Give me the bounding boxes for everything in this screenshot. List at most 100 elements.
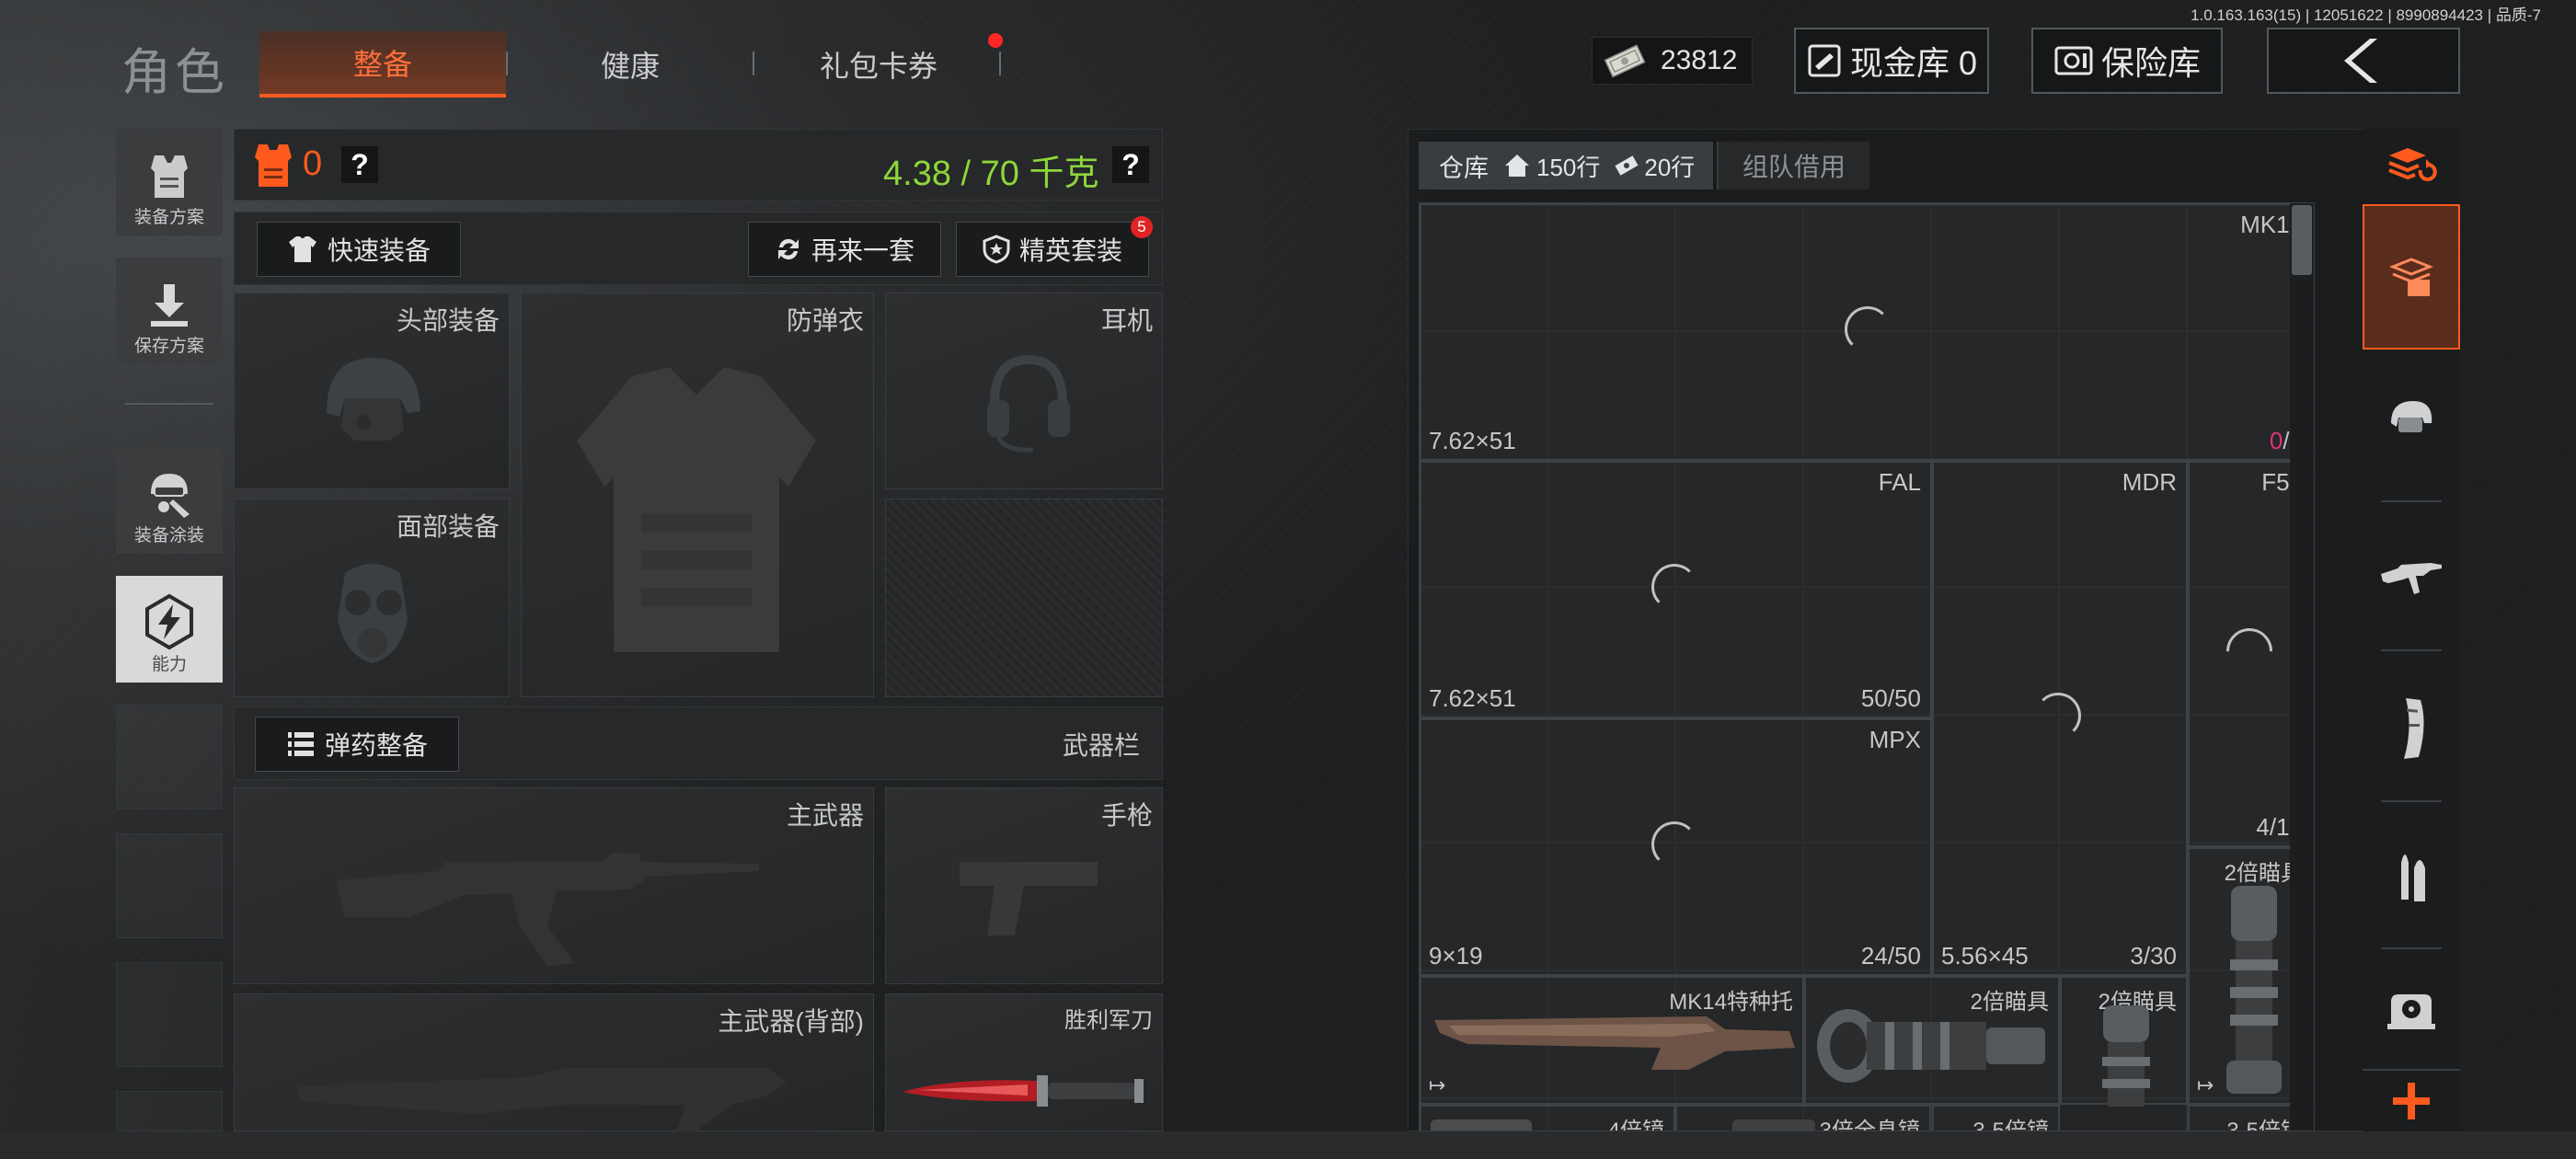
back-primary-weapon-slot[interactable]: 主武器(背部) bbox=[234, 993, 874, 1132]
item-name: FAL bbox=[1878, 468, 1921, 496]
elite-set-button[interactable]: 精英套装 bbox=[956, 222, 1149, 277]
item-3x-holo-scope[interactable]: 3倍全息镜 bbox=[1675, 1105, 1931, 1130]
filter-magazine-button[interactable] bbox=[2363, 655, 2460, 802]
gas-mask-icon bbox=[338, 564, 408, 663]
storage-scrollbar-track[interactable] bbox=[2290, 203, 2314, 1130]
tab-separator bbox=[753, 52, 754, 75]
rail-separator bbox=[2381, 947, 2442, 949]
equip-again-button[interactable]: 再来一套 bbox=[748, 222, 941, 277]
head-gear-label: 头部装备 bbox=[396, 306, 500, 335]
empty-slot bbox=[116, 962, 223, 1067]
storage-scrollbar-thumb[interactable] bbox=[2292, 205, 2312, 275]
rail-separator bbox=[2381, 500, 2442, 502]
menu-divider bbox=[125, 403, 213, 405]
quick-equip-button[interactable]: 快速装备 bbox=[257, 222, 461, 277]
item-fal[interactable]: FAL 7.62×51 50/50 bbox=[1420, 461, 1932, 718]
empty-slot bbox=[116, 1091, 223, 1131]
item-mk14[interactable]: MK14 7.62×51 0/0 bbox=[1420, 203, 2314, 461]
filter-all-button[interactable] bbox=[2363, 129, 2460, 202]
face-gear-slot[interactable]: 面部装备 bbox=[234, 499, 510, 697]
loadout-plan-button[interactable]: 装备方案 bbox=[116, 129, 223, 235]
loading-spinner-icon bbox=[1651, 821, 1697, 867]
rifle-silhouette-icon bbox=[336, 853, 759, 967]
body-armor-slot[interactable]: 防弹衣 bbox=[521, 293, 874, 697]
armor-vest-icon bbox=[255, 144, 292, 187]
add-filter-button[interactable] bbox=[2363, 1069, 2460, 1131]
item-4x-scope[interactable]: 4倍镜 bbox=[1420, 1105, 1675, 1131]
item-mpx[interactable]: MPX 9×19 24/50 bbox=[1420, 718, 1932, 976]
bottom-bar bbox=[0, 1131, 2576, 1159]
knife-icon bbox=[903, 1075, 1144, 1107]
safe-icon bbox=[2054, 46, 2093, 75]
vault-card-icon bbox=[1808, 44, 1841, 77]
loadout-summary-bar: 0 ? 4.38 / 70 千克 ? bbox=[234, 129, 1163, 201]
layers-refresh-icon bbox=[2388, 148, 2437, 181]
rail-separator bbox=[2381, 649, 2442, 651]
item-name: 3-5倍镜 bbox=[1972, 1119, 2049, 1131]
filter-attachment-button[interactable] bbox=[2363, 953, 2460, 1067]
knife-slot[interactable]: 胜利军刀 bbox=[885, 993, 1163, 1131]
safe-vault-button[interactable]: 保险库 bbox=[2031, 28, 2223, 94]
weight-help-button[interactable]: ? bbox=[1112, 146, 1149, 183]
weapons-header-bar: 弹药整备 武器栏 bbox=[234, 706, 1163, 780]
armor-help-button[interactable]: ? bbox=[341, 146, 378, 183]
loading-spinner-icon bbox=[1651, 564, 1697, 610]
filter-helmet-button[interactable] bbox=[2363, 354, 2460, 483]
loading-spinner-icon bbox=[1845, 306, 1891, 352]
scope-upright-icon bbox=[2226, 886, 2282, 1094]
item-name: 4倍镜 bbox=[1607, 1119, 1664, 1131]
rifle-stock-icon bbox=[1434, 1016, 1795, 1070]
version-text: 1.0.163.163(15) | 12051622 | 8990894423 … bbox=[2191, 6, 2541, 24]
pistol-slot[interactable]: 手枪 bbox=[885, 787, 1163, 984]
item-3-5x-scope[interactable]: 3-5倍镜 bbox=[1932, 1105, 2060, 1131]
primary-weapon-slot[interactable]: 主武器 bbox=[234, 787, 874, 984]
filter-storage-button[interactable] bbox=[2363, 204, 2460, 350]
item-count: 50/50 bbox=[1860, 684, 1921, 712]
back-primary-weapon-label: 主武器(背部) bbox=[718, 1007, 864, 1036]
ability-label: 能力 bbox=[151, 655, 187, 674]
item-2x-scope-small[interactable]: 2倍瞄具 bbox=[2060, 976, 2188, 1107]
filter-ammo-button[interactable] bbox=[2363, 806, 2460, 944]
item-mdr[interactable]: MDR 5.56×45 3/30 bbox=[1932, 461, 2188, 976]
pistol-silhouette-icon bbox=[960, 862, 1098, 935]
face-gear-label: 面部装备 bbox=[396, 512, 500, 541]
helmet-paint-icon bbox=[151, 474, 190, 518]
headset-slot[interactable]: 耳机 bbox=[885, 293, 1163, 489]
save-plan-label: 保存方案 bbox=[133, 337, 204, 356]
ammo-equip-label: 弹药整备 bbox=[324, 731, 428, 760]
item-name: MDR bbox=[2122, 468, 2177, 496]
quick-equip-label: 快速装备 bbox=[327, 236, 431, 265]
tab-equip[interactable]: 整备 bbox=[259, 31, 506, 98]
tab-gift-coupons[interactable]: 礼包卡券 bbox=[764, 31, 994, 98]
head-gear-slot[interactable]: 头部装备 bbox=[234, 293, 510, 489]
tab-health[interactable]: 健康 bbox=[515, 31, 745, 98]
exit-arrow-icon: ↦ bbox=[2197, 1073, 2214, 1096]
notification-dot bbox=[988, 33, 1003, 48]
headset-label: 耳机 bbox=[1100, 306, 1153, 335]
body-armor-label: 防弹衣 bbox=[786, 306, 864, 335]
equip-again-label: 再来一套 bbox=[811, 236, 914, 265]
weight-readout: 4.38 / 70 千克 bbox=[883, 155, 1099, 193]
vest-silhouette-icon bbox=[577, 367, 816, 652]
armor-rack-icon bbox=[151, 155, 188, 198]
back-button[interactable] bbox=[2267, 28, 2460, 94]
save-plan-button[interactable]: 保存方案 bbox=[116, 258, 223, 364]
rail-separator bbox=[2381, 800, 2442, 802]
armor-count: 0 bbox=[303, 144, 323, 183]
tab-storage[interactable]: 仓库 150行 20行 bbox=[1419, 142, 1713, 189]
bullet-icon bbox=[2401, 855, 2425, 901]
tab-separator bbox=[999, 52, 1001, 75]
ability-button[interactable]: 能力 bbox=[116, 576, 223, 683]
item-2x-scope-wide[interactable]: 2倍瞄具 bbox=[1804, 976, 2060, 1105]
tab-team-borrow[interactable]: 组队借用 bbox=[1717, 142, 1869, 189]
pistol-label: 手枪 bbox=[1100, 801, 1153, 830]
cash-vault-button[interactable]: 现金库 0 bbox=[1794, 28, 1989, 94]
money-amount: 23812 bbox=[1661, 45, 1738, 75]
weapon-bar-label: 武器栏 bbox=[1062, 731, 1140, 760]
filter-weapon-button[interactable] bbox=[2363, 506, 2460, 644]
item-caliber: 9×19 bbox=[1429, 942, 1483, 970]
ammo-equip-button[interactable]: 弹药整备 bbox=[255, 717, 459, 772]
equipment-paint-button[interactable]: 装备涂装 bbox=[116, 447, 223, 554]
cash-vault-label: 现金库 0 bbox=[1849, 44, 1978, 82]
item-mk14-stock[interactable]: MK14特种托 ↦ bbox=[1420, 976, 1804, 1105]
